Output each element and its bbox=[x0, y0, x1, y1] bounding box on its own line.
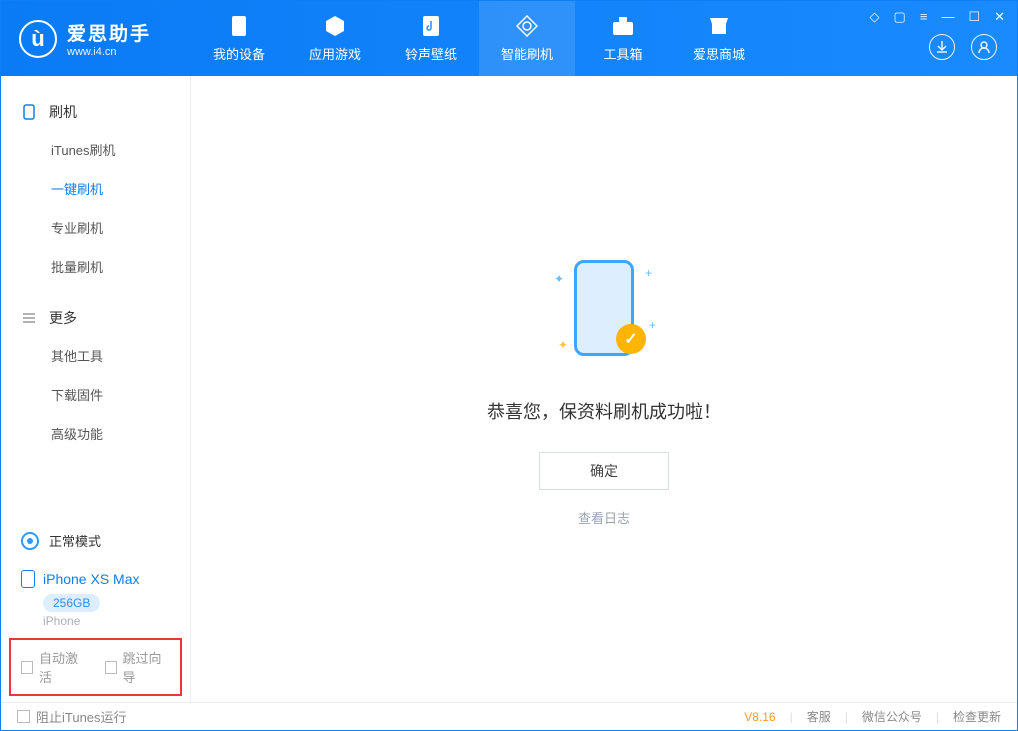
refresh-icon bbox=[515, 14, 539, 38]
device-icon bbox=[227, 14, 251, 38]
nav-store[interactable]: 爱思商城 bbox=[671, 1, 767, 76]
logo-icon: ù bbox=[19, 20, 57, 58]
version-label: V8.16 bbox=[744, 710, 775, 724]
sidebar-item-other-tools[interactable]: 其他工具 bbox=[1, 336, 190, 375]
sparkle-icon: + bbox=[649, 318, 656, 332]
shop-icon bbox=[707, 14, 731, 38]
footer-link-update[interactable]: 检查更新 bbox=[953, 708, 1001, 725]
download-icon[interactable] bbox=[929, 34, 955, 60]
nav-ringtones[interactable]: 铃声壁纸 bbox=[383, 1, 479, 76]
device-mode-row[interactable]: 正常模式 bbox=[9, 521, 182, 560]
options-highlight-box: 自动激活 跳过向导 bbox=[9, 638, 182, 696]
separator: | bbox=[845, 710, 848, 724]
nav-label: 工具箱 bbox=[603, 44, 642, 63]
app-title: 爱思助手 bbox=[67, 19, 151, 46]
sidebar-item-batch-flash[interactable]: 批量刷机 bbox=[1, 247, 190, 286]
group-title: 更多 bbox=[49, 308, 77, 328]
app-url: www.i4.cn bbox=[67, 46, 151, 58]
skip-guide-checkbox[interactable]: 跳过向导 bbox=[105, 648, 171, 686]
checkbox-label: 阻止iTunes运行 bbox=[36, 707, 127, 726]
list-icon bbox=[21, 310, 37, 326]
nav-toolbox[interactable]: 工具箱 bbox=[575, 1, 671, 76]
nav-label: 爱思商城 bbox=[693, 44, 745, 63]
music-icon bbox=[419, 14, 443, 38]
checkbox-icon bbox=[17, 710, 30, 723]
group-title: 刷机 bbox=[49, 102, 77, 122]
view-log-link[interactable]: 查看日志 bbox=[578, 508, 630, 527]
auto-activate-checkbox[interactable]: 自动激活 bbox=[21, 648, 87, 686]
device-mode: 正常模式 bbox=[49, 531, 101, 550]
success-message: 恭喜您，保资料刷机成功啦！ bbox=[487, 398, 721, 424]
nav-label: 智能刷机 bbox=[501, 44, 553, 63]
sidebar-item-download-firmware[interactable]: 下载固件 bbox=[1, 375, 190, 414]
user-icon[interactable] bbox=[971, 34, 997, 60]
maximize-button[interactable]: ☐ bbox=[968, 9, 980, 25]
app-header: ù 爱思助手 www.i4.cn 我的设备 应用游戏 铃声壁纸 智能刷机 工具箱 bbox=[1, 1, 1017, 76]
window-controls: ◇ ▢ ≡ — ☐ ✕ bbox=[870, 9, 1005, 25]
main-content: ✦ + ✦ + ✓ 恭喜您，保资料刷机成功啦！ 确定 查看日志 bbox=[191, 76, 1017, 702]
storage-pill: 256GB bbox=[43, 594, 100, 612]
status-bar: 阻止iTunes运行 V8.16 | 客服 | 微信公众号 | 检查更新 bbox=[1, 702, 1017, 730]
sparkle-icon: + bbox=[645, 266, 652, 280]
sidebar-group-flash: 刷机 bbox=[1, 94, 190, 130]
minimize-button[interactable]: — bbox=[941, 9, 954, 25]
cube-icon bbox=[323, 14, 347, 38]
logo-block: ù 爱思助手 www.i4.cn bbox=[1, 19, 191, 58]
checkbox-icon bbox=[105, 661, 117, 674]
device-name: iPhone XS Max bbox=[43, 571, 140, 587]
sidebar-item-pro-flash[interactable]: 专业刷机 bbox=[1, 208, 190, 247]
checkbox-icon bbox=[21, 661, 33, 674]
theme-icon[interactable]: ◇ bbox=[870, 9, 880, 25]
separator: | bbox=[790, 710, 793, 724]
menu-icon[interactable]: ≡ bbox=[920, 9, 928, 25]
device-subtype: iPhone bbox=[43, 614, 170, 628]
checkbox-label: 自动激活 bbox=[39, 648, 86, 686]
header-actions bbox=[929, 34, 997, 60]
footer-link-wechat[interactable]: 微信公众号 bbox=[862, 708, 922, 725]
sparkle-icon: ✦ bbox=[558, 338, 568, 352]
device-panel: 正常模式 iPhone XS Max 256GB iPhone 自动激活 跳过向… bbox=[9, 521, 182, 696]
nav-my-device[interactable]: 我的设备 bbox=[191, 1, 287, 76]
sidebar-item-advanced[interactable]: 高级功能 bbox=[1, 414, 190, 453]
sidebar-item-oneclick-flash[interactable]: 一键刷机 bbox=[1, 169, 190, 208]
sidebar-group-more: 更多 bbox=[1, 300, 190, 336]
checkbox-label: 跳过向导 bbox=[123, 648, 170, 686]
ok-button[interactable]: 确定 bbox=[539, 452, 669, 490]
check-badge-icon: ✓ bbox=[616, 324, 646, 354]
block-itunes-checkbox[interactable]: 阻止iTunes运行 bbox=[17, 707, 127, 726]
sidebar: 刷机 iTunes刷机 一键刷机 专业刷机 批量刷机 更多 其他工具 下载固件 … bbox=[1, 76, 191, 702]
main-nav: 我的设备 应用游戏 铃声壁纸 智能刷机 工具箱 爱思商城 bbox=[191, 1, 767, 76]
toolbox-icon bbox=[611, 14, 635, 38]
phone-outline-icon bbox=[21, 104, 37, 120]
separator: | bbox=[936, 710, 939, 724]
footer-link-support[interactable]: 客服 bbox=[807, 708, 831, 725]
nav-apps[interactable]: 应用游戏 bbox=[287, 1, 383, 76]
sparkle-icon: ✦ bbox=[554, 272, 564, 286]
sidebar-item-itunes-flash[interactable]: iTunes刷机 bbox=[1, 130, 190, 169]
success-illustration: ✦ + ✦ + ✓ bbox=[544, 252, 664, 372]
close-button[interactable]: ✕ bbox=[994, 9, 1005, 25]
nav-label: 应用游戏 bbox=[309, 44, 361, 63]
nav-label: 铃声壁纸 bbox=[405, 44, 457, 63]
mode-dot-icon bbox=[21, 532, 39, 550]
settings-icon[interactable]: ▢ bbox=[894, 9, 906, 25]
nav-label: 我的设备 bbox=[213, 44, 265, 63]
device-row[interactable]: iPhone XS Max 256GB iPhone bbox=[9, 560, 182, 634]
phone-small-icon bbox=[21, 570, 35, 588]
nav-flash[interactable]: 智能刷机 bbox=[479, 1, 575, 76]
